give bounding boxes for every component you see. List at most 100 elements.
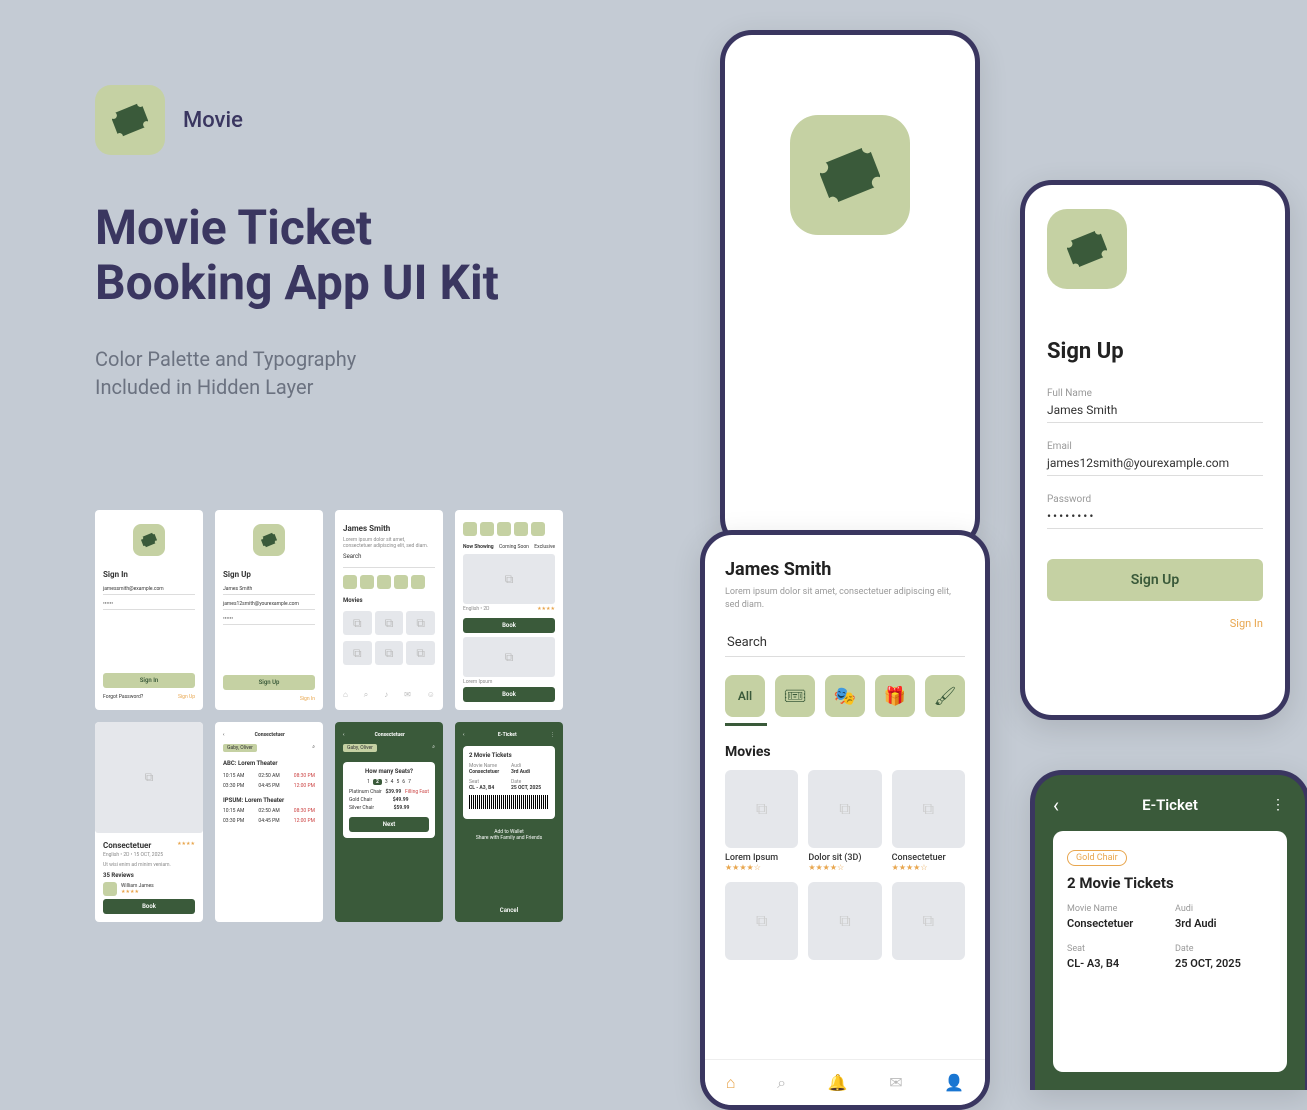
brand-name: Movie (183, 108, 243, 133)
email-field[interactable]: jamessmith@example.com (103, 586, 195, 595)
password-field[interactable]: •••••• (223, 616, 315, 625)
cat-icon[interactable] (497, 522, 511, 536)
movie-poster[interactable]: ⧉ (375, 611, 404, 635)
book-button[interactable]: Book (103, 899, 195, 914)
cat-icon[interactable] (514, 522, 528, 536)
ticket-icon (112, 102, 148, 138)
nav-search-icon[interactable]: ⌕ (364, 690, 368, 700)
signup-button[interactable]: Sign Up (223, 675, 315, 690)
showtime[interactable]: 10:15 AM (223, 808, 244, 814)
nav-profile-icon[interactable]: 👤 (944, 1073, 964, 1092)
showtime[interactable]: 04:45 PM (258, 783, 279, 789)
forgot-link[interactable]: Forgot Password? (103, 694, 143, 700)
signup-link[interactable]: Sign Up (178, 694, 195, 700)
cat-icon[interactable] (480, 522, 494, 536)
movie-card[interactable]: ⧉ Dolor sit (3D) ★★★★☆ (808, 770, 881, 872)
nav-mail-icon[interactable]: ✉ (889, 1073, 902, 1092)
cat-icon[interactable] (531, 522, 545, 536)
movie-card[interactable]: ⧉ (808, 882, 881, 960)
movie-title: Dolor sit (3D) (808, 853, 881, 863)
movie-card[interactable]: ⧉ Lorem Ipsum ★★★★☆ (725, 770, 798, 872)
cat-icon[interactable] (463, 522, 477, 536)
showtime[interactable]: 10:15 AM (223, 773, 244, 779)
more-icon[interactable]: ⋮ (1271, 797, 1287, 813)
password-field[interactable]: •••••• (103, 601, 195, 610)
category-drama-icon[interactable]: 🎭 (825, 675, 865, 717)
more-icon[interactable]: ⋮ (550, 732, 555, 738)
email-input[interactable]: james12smith@yourexample.com (1047, 456, 1263, 476)
tab-exclusive[interactable]: Exclusive (534, 544, 555, 550)
movie-poster[interactable]: ⧉ (343, 641, 372, 665)
tab-coming-soon[interactable]: Coming Soon (499, 544, 529, 550)
page-title: E-Ticket (1142, 796, 1198, 814)
stars-icon: ★★★★☆ (892, 863, 965, 872)
stars-icon: ★★★★ (121, 889, 195, 895)
search-input[interactable] (343, 565, 435, 568)
cancel-button[interactable]: Cancel (463, 907, 555, 914)
movie-poster[interactable]: ⧉ (343, 611, 372, 635)
search-input[interactable]: Search (725, 629, 965, 657)
movie-value: Consectetuer (1067, 917, 1165, 930)
showtime[interactable]: 03:30 PM (223, 818, 244, 824)
category-brush-icon[interactable]: 🖌 (925, 675, 965, 717)
movie-poster[interactable]: ⧉ (406, 641, 435, 665)
cat-icon[interactable] (360, 575, 374, 589)
nav-home-icon[interactable]: ⌂ (726, 1073, 736, 1093)
nav-bell-icon[interactable]: ♪ (384, 690, 388, 700)
search-icon[interactable]: ⌕ (432, 744, 435, 752)
nav-home-icon[interactable]: ⌂ (343, 690, 348, 700)
stars-icon: ★★★★☆ (808, 863, 881, 872)
book-button[interactable]: Book (463, 618, 555, 633)
movie-card[interactable]: ⧉ (725, 882, 798, 960)
back-icon[interactable]: ‹ (1053, 793, 1059, 817)
location-chip[interactable]: Gaby, Oliver (223, 744, 257, 752)
cat-icon[interactable] (394, 575, 408, 589)
ticket-icon (133, 524, 165, 556)
category-all[interactable]: All (725, 675, 765, 717)
signin-link[interactable]: Sign In (223, 696, 315, 702)
showtime[interactable]: 08:30 PM (294, 808, 315, 814)
nav-mail-icon[interactable]: ✉ (404, 690, 411, 700)
back-icon[interactable]: ‹ (223, 732, 225, 738)
movie-hero[interactable]: ⧉ (463, 637, 555, 677)
movie-card[interactable]: ⧉ Consectetuer ★★★★☆ (892, 770, 965, 872)
cat-icon[interactable] (411, 575, 425, 589)
next-button[interactable]: Next (349, 817, 429, 832)
showtime[interactable]: 04:45 PM (258, 818, 279, 824)
showtime[interactable]: 02:50 AM (258, 808, 279, 814)
share-link[interactable]: Share with Family and Friends (463, 835, 555, 841)
nav-user-icon[interactable]: ☺ (427, 690, 435, 700)
movie-poster[interactable]: ⧉ (406, 611, 435, 635)
movie-card[interactable]: ⧉ (892, 882, 965, 960)
book-button[interactable]: Book (463, 687, 555, 702)
email-field[interactable]: james12smith@yourexample.com (223, 601, 315, 610)
seat-count-picker[interactable]: 1234567 (349, 779, 429, 785)
signin-link[interactable]: Sign In (1047, 617, 1263, 630)
category-gift-icon[interactable]: 🎁 (875, 675, 915, 717)
brand-header: Movie (95, 85, 243, 155)
back-icon[interactable]: ‹ (343, 732, 345, 738)
movie-hero[interactable]: ⧉ (463, 554, 555, 604)
tier-price: $59.99 (394, 805, 410, 811)
location-chip[interactable]: Gaby, Oliver (343, 744, 377, 752)
nav-search-icon[interactable]: ⌕ (777, 1073, 786, 1093)
showtime[interactable]: 03:30 PM (223, 783, 244, 789)
showtime[interactable]: 12:00 PM (294, 818, 315, 824)
signup-button[interactable]: Sign Up (1047, 559, 1263, 601)
cat-all[interactable] (343, 575, 357, 589)
password-input[interactable]: •••••••• (1047, 509, 1263, 529)
name-field[interactable]: James Smith (223, 586, 315, 595)
search-icon[interactable]: ⌕ (312, 744, 315, 752)
movie-poster[interactable]: ⧉ (375, 641, 404, 665)
nav-bell-icon[interactable]: 🔔 (828, 1073, 848, 1092)
cat-icon[interactable] (377, 575, 391, 589)
signin-button[interactable]: Sign In (103, 673, 195, 688)
fullname-input[interactable]: James Smith (1047, 403, 1263, 423)
category-ticket-icon[interactable]: 🎟 (775, 675, 815, 717)
seat-value: CL- A3, B4 (1067, 957, 1165, 970)
showtime[interactable]: 02:50 AM (258, 773, 279, 779)
back-icon[interactable]: ‹ (463, 732, 465, 738)
showtime[interactable]: 12:00 PM (294, 783, 315, 789)
showtime[interactable]: 08:30 PM (294, 773, 315, 779)
tab-now-showing[interactable]: Now Showing (463, 544, 494, 550)
